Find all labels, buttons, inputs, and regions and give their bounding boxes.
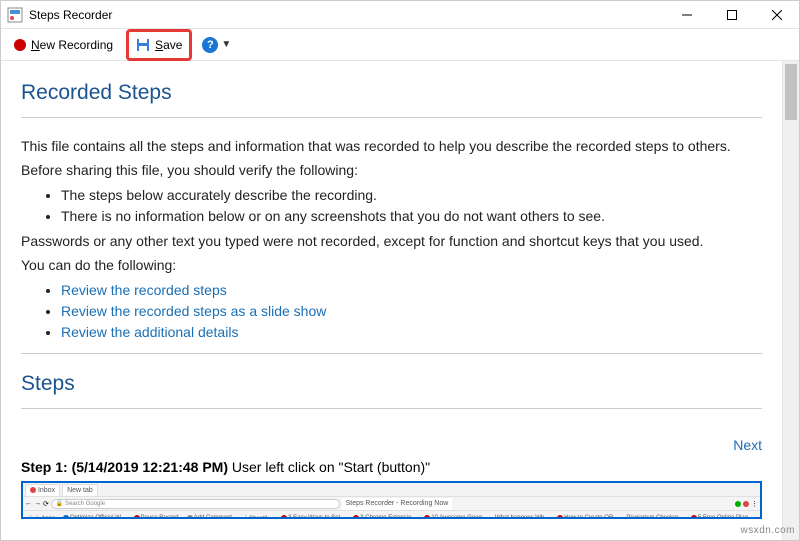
- content-area: Recorded Steps This file contains all th…: [1, 61, 782, 540]
- save-button[interactable]: Save: [129, 34, 189, 56]
- step-1-screenshot[interactable]: Inbox New tab ←→⟳ 🔒 Search Google Steps …: [21, 481, 762, 519]
- maximize-button[interactable]: [709, 1, 754, 29]
- minimize-button[interactable]: [664, 1, 709, 29]
- window-title: Steps Recorder: [29, 8, 664, 22]
- save-icon: [136, 38, 150, 52]
- help-icon: ?: [202, 37, 218, 53]
- record-icon: [14, 39, 26, 51]
- recorded-steps-heading: Recorded Steps: [21, 81, 762, 105]
- close-button[interactable]: [754, 1, 799, 29]
- help-button[interactable]: ? ▼: [198, 34, 235, 56]
- chevron-down-icon: ▼: [221, 39, 231, 50]
- save-highlight: Save: [126, 29, 192, 61]
- intro-text-2: Before sharing this file, you should ver…: [21, 160, 762, 181]
- step-1-header: Step 1: (5/14/2019 12:21:48 PM) User lef…: [21, 459, 762, 475]
- new-recording-label: New Recording: [31, 38, 113, 52]
- verify-bullet-2: There is no information below or on any …: [61, 206, 762, 227]
- scrollbar[interactable]: [782, 61, 799, 540]
- divider: [21, 408, 762, 409]
- steps-heading: Steps: [21, 372, 762, 396]
- review-details-link[interactable]: Review the additional details: [61, 324, 238, 340]
- review-slideshow-link[interactable]: Review the recorded steps as a slide sho…: [61, 303, 326, 319]
- next-link[interactable]: Next: [21, 437, 762, 453]
- save-label: Save: [155, 38, 182, 52]
- app-icon: [7, 7, 23, 23]
- toolbar: New Recording Save ? ▼: [1, 29, 799, 61]
- divider: [21, 353, 762, 354]
- review-steps-link[interactable]: Review the recorded steps: [61, 282, 227, 298]
- intro-text-3: Passwords or any other text you typed we…: [21, 231, 762, 252]
- intro-text-1: This file contains all the steps and inf…: [21, 136, 762, 157]
- divider: [21, 117, 762, 118]
- scrollbar-thumb[interactable]: [785, 64, 797, 120]
- titlebar: Steps Recorder: [1, 1, 799, 29]
- verify-bullet-1: The steps below accurately describe the …: [61, 185, 762, 206]
- window-controls: [664, 1, 799, 29]
- intro-text-4: You can do the following:: [21, 255, 762, 276]
- new-recording-button[interactable]: New Recording: [7, 34, 120, 56]
